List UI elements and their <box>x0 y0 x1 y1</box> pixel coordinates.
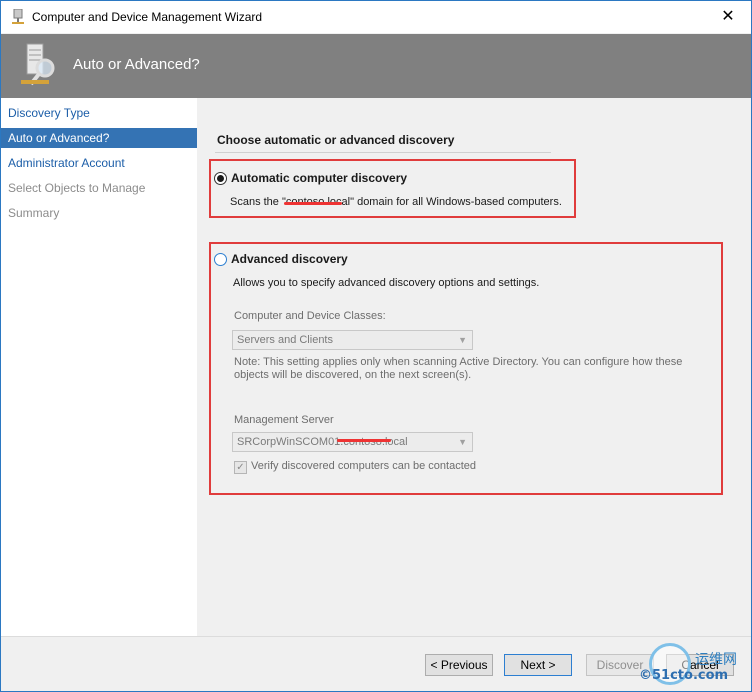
nav-item-administrator-account[interactable]: Administrator Account <box>1 153 197 173</box>
watermark-cn-text: 运维网 <box>695 652 737 668</box>
verify-checkbox: ✓ <box>234 461 247 474</box>
nav-item-auto-or-advanced[interactable]: Auto or Advanced? <box>1 128 197 148</box>
site-watermark: 运维网 ©51cto.com <box>637 643 747 687</box>
highlight-box-automatic <box>209 159 576 218</box>
footer-divider <box>1 636 751 637</box>
wizard-app-icon <box>12 9 24 24</box>
redaction-mark <box>337 439 391 442</box>
automatic-desc-suffix: " domain for all Windows-based computers… <box>350 196 562 208</box>
device-classes-label: Computer and Device Classes: <box>234 310 386 322</box>
device-classes-dropdown: Servers and Clients ▼ <box>232 330 473 350</box>
automatic-discovery-description: Scans the "contoso.local" domain for all… <box>230 196 562 208</box>
management-server-dropdown: SRCorpWinSCOM01.contoso.local ▼ <box>232 432 473 452</box>
header-banner: Auto or Advanced? <box>1 34 751 98</box>
page-title: Auto or Advanced? <box>73 56 200 73</box>
advanced-discovery-description: Allows you to specify advanced discovery… <box>233 277 540 289</box>
redaction-mark <box>284 202 342 205</box>
automatic-discovery-radio[interactable] <box>214 172 227 185</box>
chevron-down-icon: ▼ <box>458 437 467 447</box>
chevron-down-icon: ▼ <box>458 335 467 345</box>
advanced-discovery-label[interactable]: Advanced discovery <box>231 252 348 266</box>
title-bar: Computer and Device Management Wizard ✕ <box>1 1 751 33</box>
wizard-window: Computer and Device Management Wizard ✕ … <box>0 0 752 692</box>
management-server-label: Management Server <box>234 414 334 426</box>
automatic-desc-prefix: Scans the " <box>230 196 286 208</box>
management-server-value: SRCorpWinSCOM01. <box>237 436 344 448</box>
main-panel: Choose automatic or advanced discovery A… <box>197 98 751 636</box>
next-button[interactable]: Next > <box>504 654 572 676</box>
nav-item-select-objects: Select Objects to Manage <box>8 181 146 195</box>
window-title: Computer and Device Management Wizard <box>32 10 263 24</box>
advanced-discovery-radio[interactable] <box>214 253 227 266</box>
section-divider <box>215 152 551 153</box>
close-button[interactable]: ✕ <box>705 1 751 33</box>
verify-label: Verify discovered computers can be conta… <box>251 460 477 472</box>
redacted-server-domain: contoso.local <box>343 436 408 448</box>
watermark-text: ©51cto.com <box>639 668 729 683</box>
device-classes-value: Servers and Clients <box>237 334 333 346</box>
nav-item-summary: Summary <box>8 206 60 220</box>
discovery-magnifier-icon <box>21 43 55 86</box>
previous-button[interactable]: < Previous <box>425 654 493 676</box>
section-title: Choose automatic or advanced discovery <box>217 133 455 147</box>
nav-item-discovery-type[interactable]: Discovery Type <box>1 103 197 123</box>
wizard-steps-nav: Discovery Type Auto or Advanced? Adminis… <box>1 98 197 636</box>
automatic-discovery-label[interactable]: Automatic computer discovery <box>231 171 407 185</box>
scan-note: Note: This setting applies only when sca… <box>234 356 683 381</box>
